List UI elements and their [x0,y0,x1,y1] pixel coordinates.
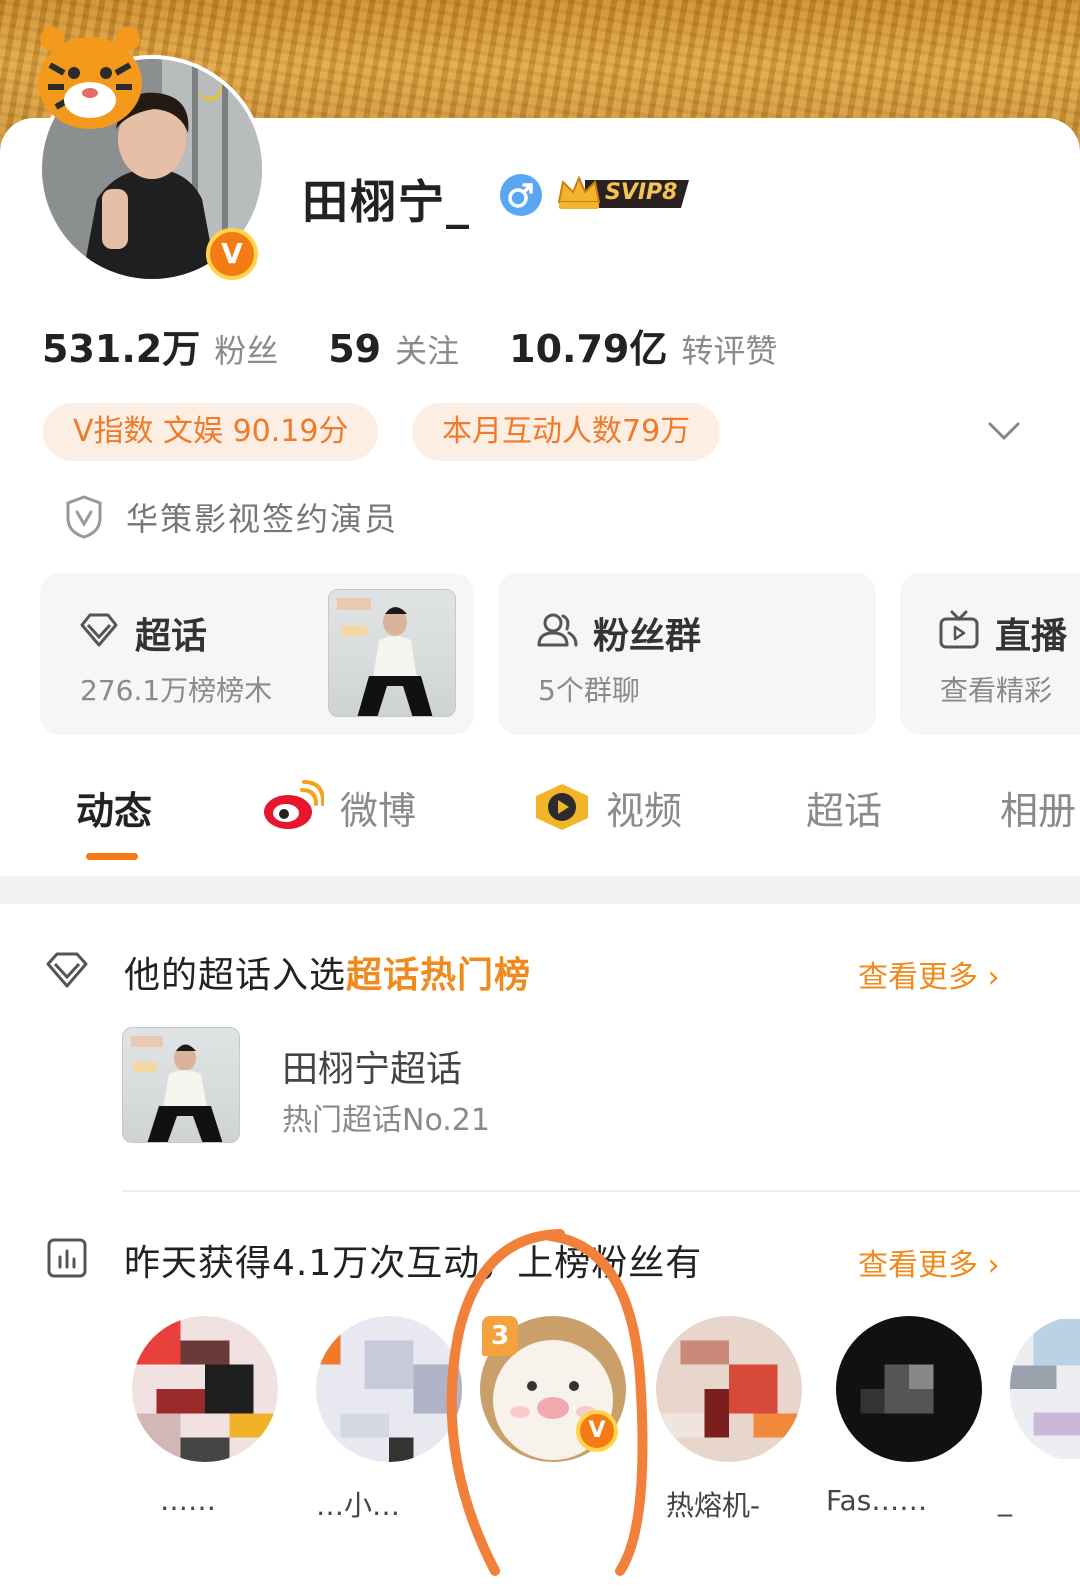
svip-label: SVIP8 [605,180,678,205]
certification-row: 华策影视签约演员 [64,494,398,540]
supertopic-more-label: 查看更多 [858,960,978,995]
fans-count[interactable]: 531.2万 [42,318,200,373]
fan-avatar-5[interactable] [836,1316,982,1462]
profile-name: 田栩宁_ [302,175,471,229]
tab-weibo[interactable]: 微博 [340,780,416,835]
verified-badge-icon: V [206,228,258,280]
tab-album[interactable]: 相册 [1000,780,1076,835]
svip-badge[interactable]: SVIP8 [555,172,695,216]
fan-name-4: 热熔机- [666,1489,761,1522]
fans-more-link[interactable]: 查看更多 › [858,1240,1000,1284]
weibo-logo-icon [264,780,324,829]
supertopic-title-prefix: 他的超话入选 [124,955,347,996]
interactions-count: 10.79亿 [509,327,668,371]
supertopic-rank: 热门超话No.21 [282,1103,490,1138]
profile-tabs: 动态 微博 视频 超话 相册 [0,780,1080,860]
tv-icon [939,610,979,649]
group-icon [537,613,578,647]
hand-drawn-circle-annotation [446,1229,648,1576]
fan-group-tile-subtitle: 5个群聊 [538,674,640,707]
fan-name-5: Fas…… [826,1484,928,1517]
tab-supertopic[interactable]: 超话 [806,780,882,835]
supertopic-cover[interactable] [122,1027,240,1143]
video-play-icon [536,784,588,830]
live-tile[interactable]: 直播 查看精彩 [900,573,1080,735]
live-tile-title: 直播 [995,616,1068,657]
fans-label[interactable]: 粉丝 [214,326,278,372]
diamond-icon [46,952,88,988]
fan-name-6: _ [998,1484,1012,1517]
fan-group-tile[interactable]: 粉丝群 5个群聊 [498,573,876,735]
chevron-right-icon: › [987,960,1000,995]
fan-group-tile-title: 粉丝群 [593,616,702,657]
following-count[interactable]: 59 [328,327,381,371]
supertopic-more-link[interactable]: 查看更多 › [858,952,1000,996]
monthly-interaction-pill[interactable]: 本月互动人数79万 [412,403,721,461]
fan-name-1: …… [160,1484,216,1517]
fan-avatar-4[interactable] [656,1316,802,1462]
divider [122,1190,1080,1192]
hot-supertopic-list-link[interactable]: 超话热门榜 [346,955,531,996]
supertopic-section-title: 他的超话入选超话热门榜 [124,946,531,998]
active-tab-indicator [86,853,138,860]
chevron-right-icon: › [987,1248,1000,1283]
supertopic-tile-title: 超话 [135,616,208,657]
supertopic-tile[interactable]: 超话 276.1万榜榜木 [40,573,474,735]
male-gender-icon [500,174,542,216]
bar-chart-icon [47,1238,87,1278]
supertopic-thumbnail [328,589,456,717]
certification-text: 华策影视签约演员 [126,500,399,538]
moon-decoration-icon [198,82,222,101]
v-index-pill[interactable]: V指数 文娱 90.19分 [43,403,379,461]
fans-more-label: 查看更多 [858,1248,978,1283]
fan-name-2: …小… [316,1489,401,1522]
tiger-decoration-icon [38,27,142,129]
live-tile-subtitle: 查看精彩 [940,674,1053,707]
supertopic-tile-subtitle: 276.1万榜榜木 [80,674,273,707]
profile-stats: 531.2万 粉丝 59 关注 10.79亿 转评赞 [42,318,827,373]
section-gap [0,876,1080,904]
supertopic-name[interactable]: 田栩宁超话 [282,1040,462,1092]
shield-icon [66,495,102,539]
tab-dynamics[interactable]: 动态 [76,780,152,835]
fan-avatar-1[interactable] [132,1316,278,1462]
interactions-label: 转评赞 [681,332,778,370]
diamond-icon [80,613,118,647]
tab-video[interactable]: 视频 [606,780,682,835]
following-label[interactable]: 关注 [395,326,459,372]
chevron-down-icon[interactable] [984,410,1024,450]
